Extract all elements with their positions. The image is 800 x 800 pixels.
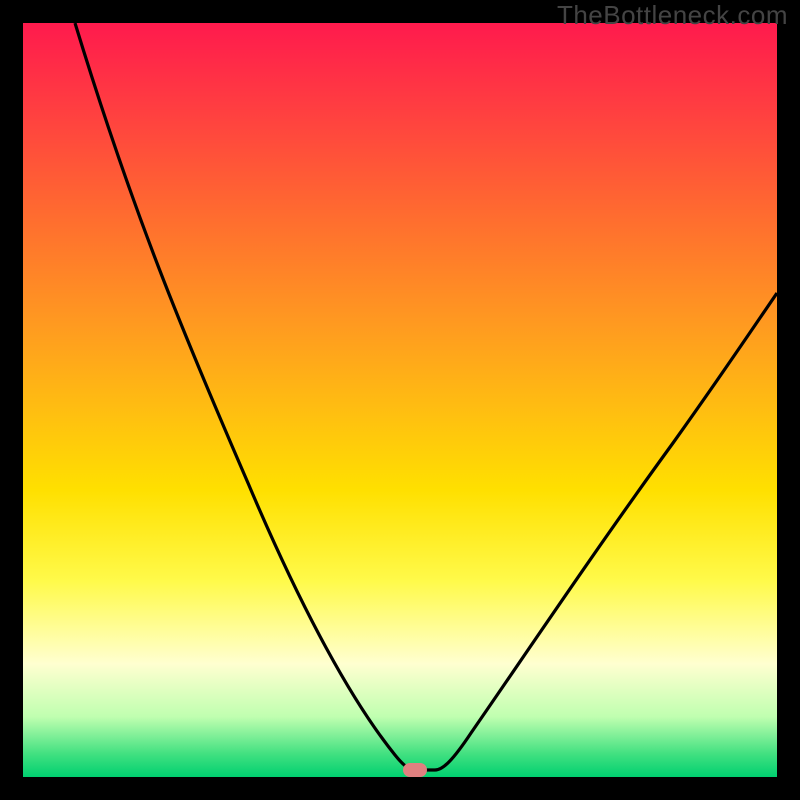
chart-container: TheBottleneck.com	[0, 0, 800, 800]
curve-layer	[23, 23, 777, 777]
watermark-label: TheBottleneck.com	[557, 0, 788, 31]
optimal-point-marker	[403, 763, 427, 777]
bottleneck-curve	[75, 23, 777, 770]
